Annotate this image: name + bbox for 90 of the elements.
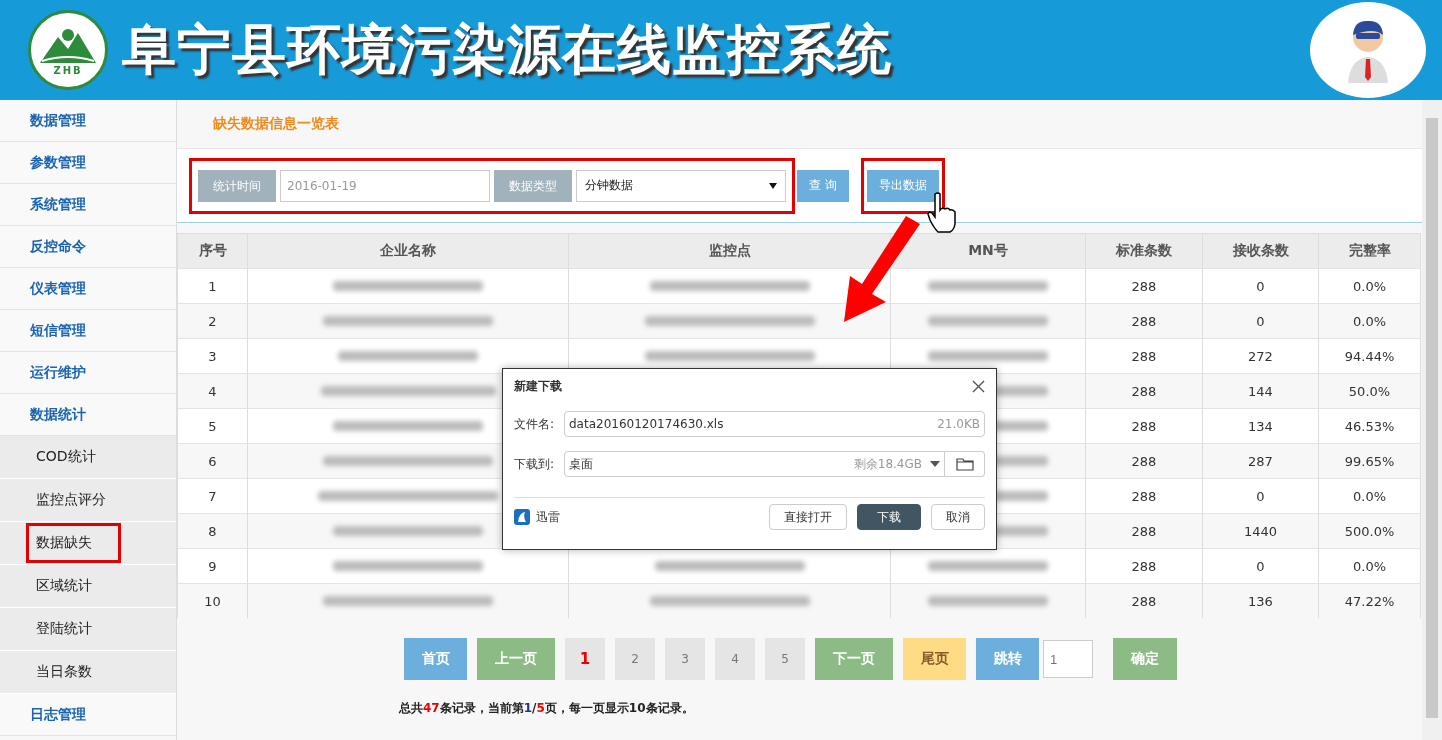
table-cell: 3 [178,338,248,373]
table-cell: 0 [1203,548,1319,583]
field-label: 文件名: [514,415,556,433]
table-cell: 10 [178,583,248,618]
table-cell: 134 [1203,408,1319,443]
column-header: MN号 [891,233,1086,268]
column-header: 企业名称 [248,233,569,268]
table-cell: 287 [1203,443,1319,478]
table-cell: 288 [1086,513,1203,548]
field-value: data20160120174630.xls [569,417,725,431]
record-summary: 总共47条记录，当前第1/5页，每一页显示10条记录。 [397,700,695,717]
table-cell: 5 [178,408,248,443]
cancel-button[interactable]: 取消 [931,504,985,530]
table-cell: 0.0% [1319,548,1421,583]
table-cell: 9 [178,548,248,583]
pointer-arrow-icon [842,214,922,324]
type-dropdown[interactable]: 分钟数据 [576,169,786,202]
table-cell: 0 [1203,303,1319,338]
destination-dropdown[interactable]: 桌面 剩余18.4GB [564,451,945,477]
table-cell: 144 [1203,373,1319,408]
table-cell: 7 [178,478,248,513]
table-cell: 4 [178,373,248,408]
table-cell: 288 [1086,303,1203,338]
table-cell: 50.0% [1319,373,1421,408]
sidebar-item[interactable]: COD统计 [0,436,176,479]
sidebar-item[interactable]: 监控点评分 [0,479,176,522]
table-cell: 272 [1203,338,1319,373]
pager-button[interactable]: 尾页 [903,638,966,680]
sidebar-item[interactable]: 区域统计 [0,565,176,608]
column-header: 接收条数 [1203,233,1319,268]
table-cell: 8 [178,513,248,548]
table-cell: 136 [1203,583,1319,618]
page-title: 缺失数据信息一览表 [213,115,339,133]
table-cell: 288 [1086,408,1203,443]
column-header: 序号 [178,233,248,268]
table-cell: 288 [1086,373,1203,408]
date-field[interactable]: 2016-01-19 [280,169,490,202]
column-header: 监控点 [569,233,891,268]
page-input[interactable]: 1 [1043,640,1093,678]
sidebar-item[interactable]: 数据缺失 [0,522,176,565]
open-button[interactable]: 直接打开 [769,504,847,530]
page-button[interactable]: 1 [565,638,605,680]
close-icon[interactable] [972,379,985,393]
page-button[interactable]: 5 [765,638,805,680]
caret-icon [930,461,940,467]
page-button[interactable]: 3 [665,638,705,680]
scrollbar[interactable] [1422,100,1442,740]
table-cell: 46.53% [1319,408,1421,443]
brand-label: 迅雷 [536,508,560,526]
caret-icon [769,182,777,189]
table-cell: 0 [1203,268,1319,303]
table-cell: 6 [178,443,248,478]
table-cell: 0.0% [1319,478,1421,513]
logo-text: ZHB [53,64,83,76]
table-cell: 94.44% [1319,338,1421,373]
file-size: 21.0KB [937,417,980,431]
table-cell: 288 [1086,338,1203,373]
table-cell: 288 [1086,583,1203,618]
page-button[interactable]: 4 [715,638,755,680]
table-cell: 500.0% [1319,513,1421,548]
table-cell: 0 [1203,478,1319,513]
field-label: 统计时间 [198,169,276,202]
scrollbar-thumb[interactable] [1426,118,1438,718]
folder-icon [955,457,974,471]
table-cell: 99.65% [1319,443,1421,478]
table-cell: 47.22% [1319,583,1421,618]
table-cell: 1 [178,268,248,303]
table-cell: 0.0% [1319,268,1421,303]
free-space: 剩余18.4GB [853,455,922,473]
filename-field[interactable]: data20160120174630.xls 21.0KB [564,411,985,437]
field-label: 数据类型 [494,169,572,202]
field-value: 桌面 [569,455,594,473]
table-cell: 288 [1086,443,1203,478]
bird-logo-icon [514,509,530,525]
sidebar-item[interactable]: 当日条数 [0,651,176,694]
table-cell: 288 [1086,478,1203,513]
table-cell: 1440 [1203,513,1319,548]
column-header: 完整率 [1319,233,1421,268]
table-cell: 288 [1086,548,1203,583]
table-cell: 0.0% [1319,303,1421,338]
table-cell: 2 [178,303,248,338]
column-header: 标准条数 [1086,233,1203,268]
dialog-title: 新建下载 [514,377,562,395]
folder-button[interactable] [945,451,985,477]
app-title: 阜宁县环境污染源在线监控系统 [122,16,893,83]
download-button[interactable]: 下载 [857,504,921,530]
table-cell: 288 [1086,268,1203,303]
field-label: 下载到: [514,455,556,473]
page-button[interactable]: 2 [615,638,655,680]
sidebar-item[interactable]: 登陆统计 [0,608,176,651]
